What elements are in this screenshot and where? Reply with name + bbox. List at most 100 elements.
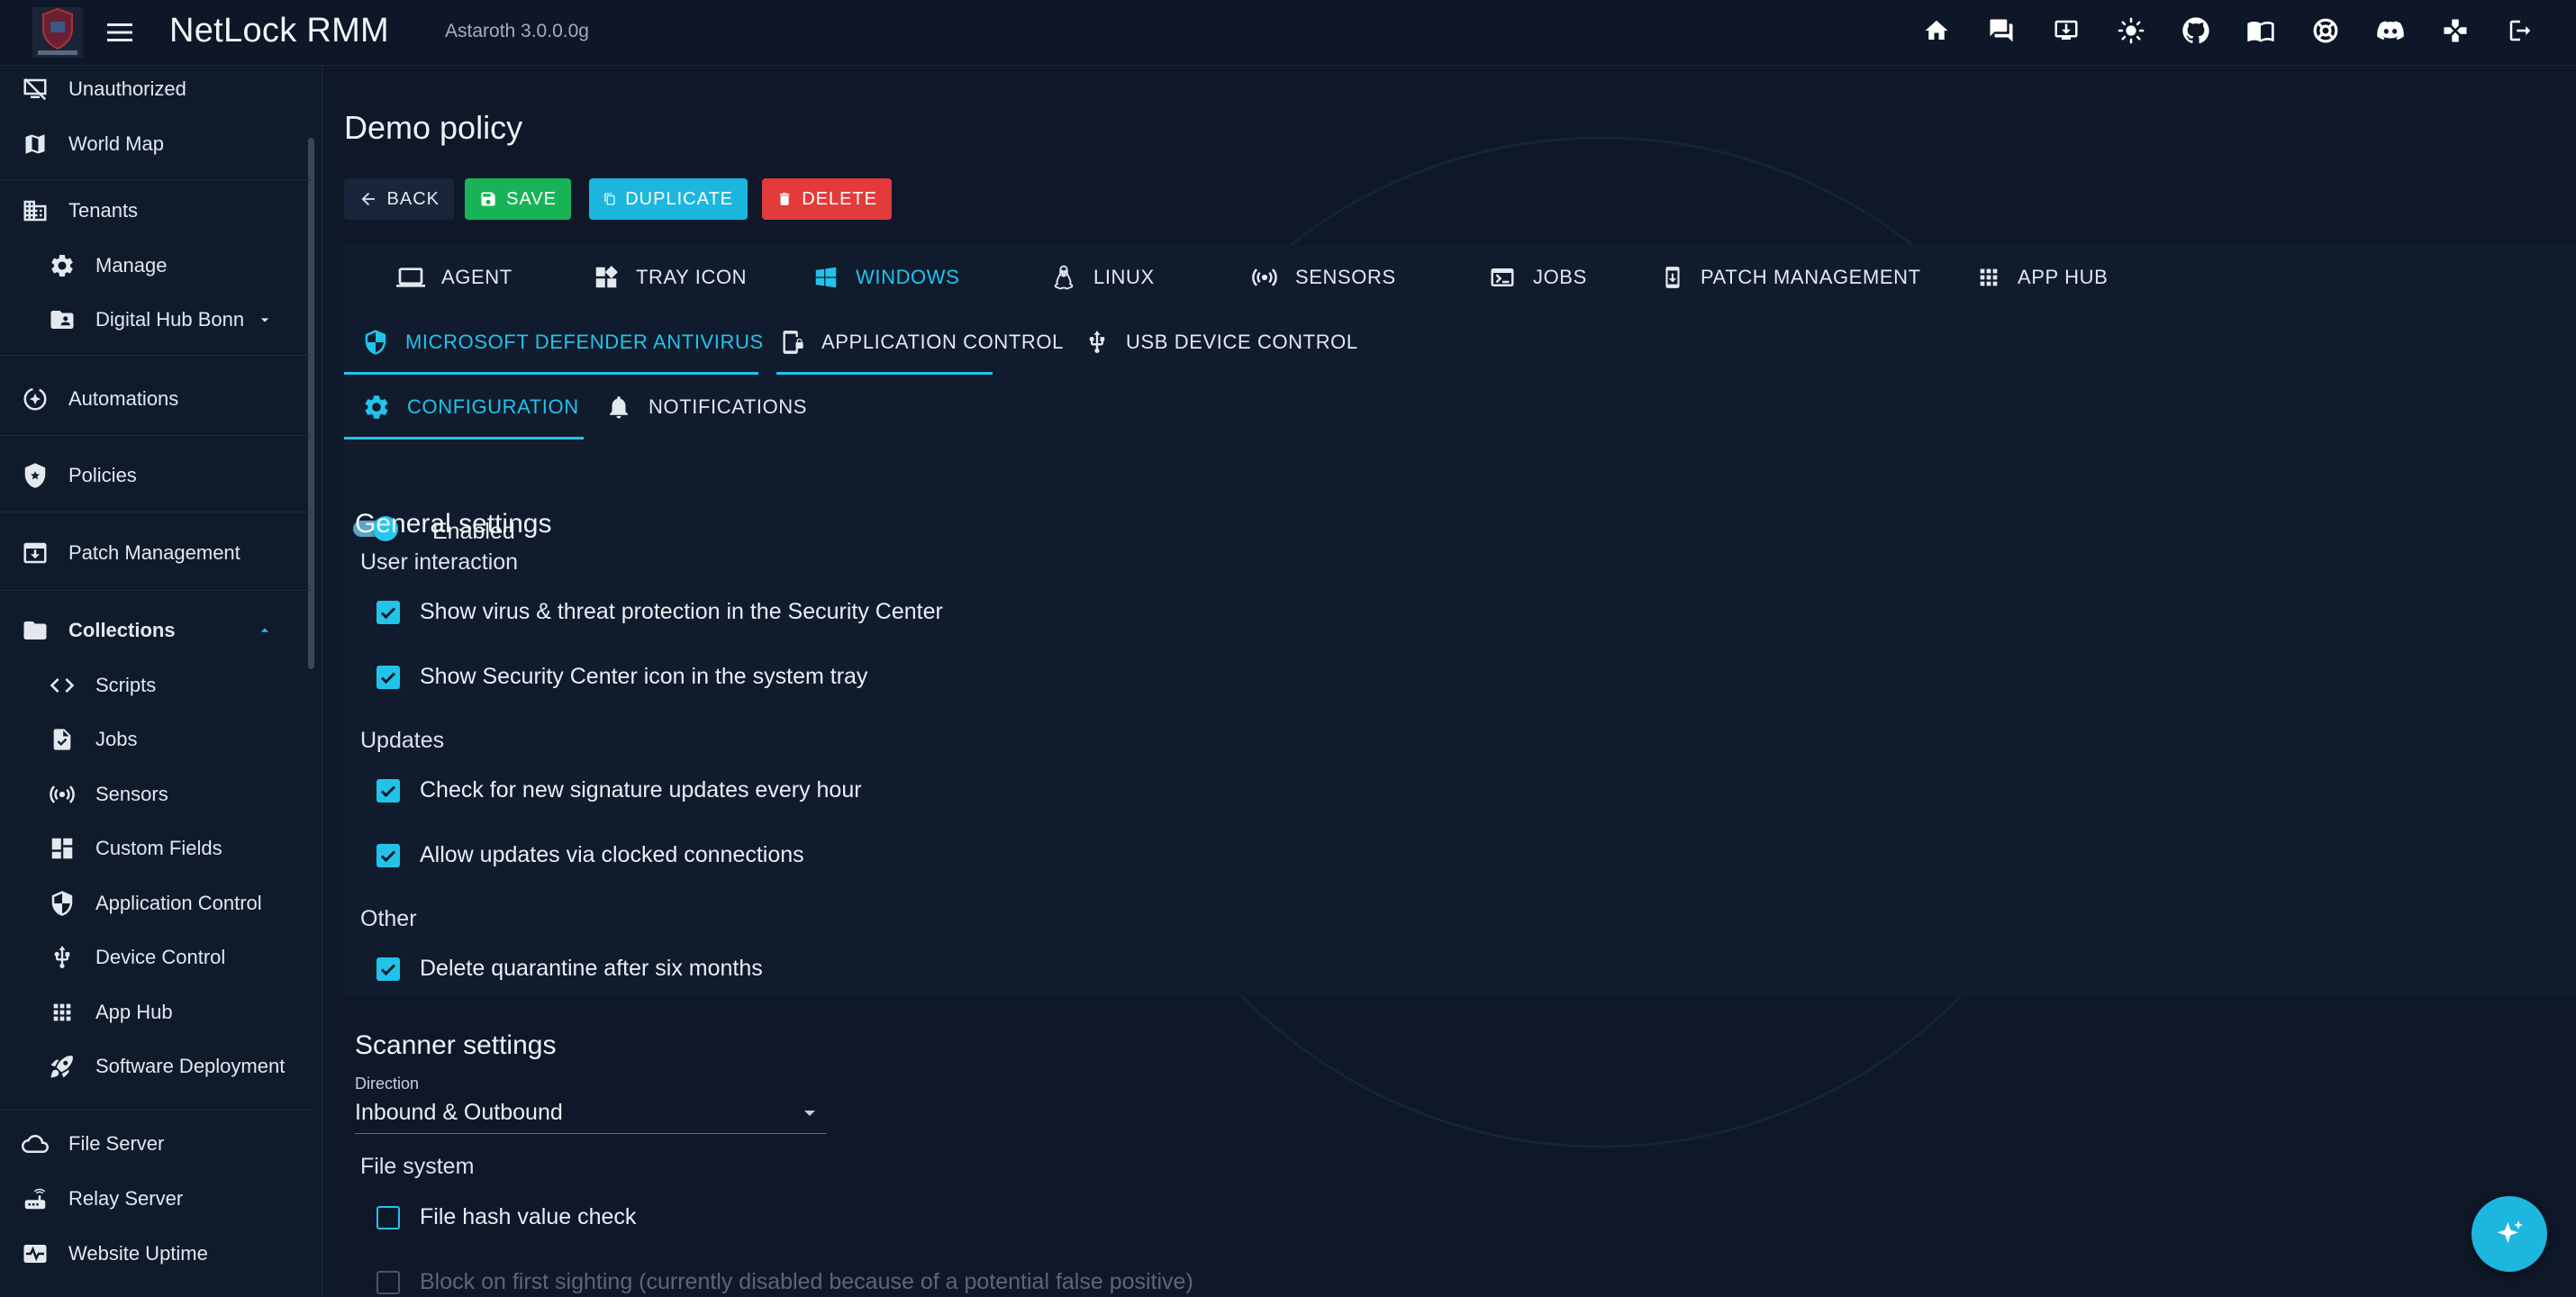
top-icon-bar xyxy=(1920,14,2536,47)
tab-label: TRAY ICON xyxy=(636,266,748,288)
tab-usb-device-control[interactable]: USB DEVICE CONTROL xyxy=(1084,310,1358,375)
sensor-icon xyxy=(47,779,77,810)
tab-label: MICROSOFT DEFENDER ANTIVIRUS xyxy=(405,331,764,353)
chevron-down-icon[interactable] xyxy=(256,311,274,329)
tab-sensors[interactable]: SENSORS xyxy=(1250,245,1396,310)
menu-toggle-icon[interactable] xyxy=(104,20,135,45)
checkbox-unchecked-icon[interactable] xyxy=(376,1206,400,1229)
sidebar-item-scripts[interactable]: Scripts xyxy=(0,661,306,710)
sidebar-item-label: Software Deployment xyxy=(95,1055,286,1077)
sidebar-item-application-control[interactable]: Application Control xyxy=(0,879,306,928)
folder-user-icon xyxy=(47,304,77,335)
checkbox-checked-icon[interactable] xyxy=(376,844,400,867)
tab-jobs[interactable]: JOBS xyxy=(1488,245,1587,310)
tab-label: APPLICATION CONTROL xyxy=(821,331,1064,353)
sidebar-item-device-control[interactable]: Device Control xyxy=(0,933,306,982)
sidebar-item-label: Device Control xyxy=(95,946,226,968)
delete-button[interactable]: DELETE xyxy=(762,178,892,220)
github-icon[interactable] xyxy=(2180,14,2212,47)
tab-configuration[interactable]: CONFIGURATION xyxy=(362,375,579,440)
checkbox-label: Show Security Center icon in the system … xyxy=(420,664,868,689)
windows-icon xyxy=(815,267,837,288)
save-button[interactable]: SAVE xyxy=(465,178,571,220)
tab-label: NOTIFICATIONS xyxy=(649,395,808,418)
checkbox-label: File hash value check xyxy=(420,1204,637,1229)
map-icon xyxy=(20,129,50,159)
app-version: Astaroth 3.0.0.0g xyxy=(445,21,589,41)
discord-icon[interactable] xyxy=(2374,14,2407,47)
sidebar-item-digital-hub-bonn[interactable]: Digital Hub Bonn xyxy=(0,295,306,344)
home-icon[interactable] xyxy=(1920,14,1953,47)
tab-notifications[interactable]: NOTIFICATIONS xyxy=(605,375,807,440)
tab-label: USB DEVICE CONTROL xyxy=(1126,331,1358,353)
laptop-icon xyxy=(396,268,425,287)
save-icon xyxy=(481,192,495,206)
sidebar-item-relay-server[interactable]: Relay Server xyxy=(0,1175,306,1223)
tab-tray-icon[interactable]: TRAY ICON xyxy=(593,245,747,310)
app-title: NetLock RMM xyxy=(169,12,390,50)
tab-agent[interactable]: AGENT xyxy=(396,245,512,310)
ai-assistant-button[interactable] xyxy=(2472,1196,2547,1272)
sidebar-item-label: Unauthorized xyxy=(68,77,186,100)
direction-value: Inbound & Outbound xyxy=(355,1100,563,1125)
logout-icon[interactable] xyxy=(2504,14,2536,47)
sidebar-item-automations[interactable]: Automations xyxy=(0,375,306,423)
updates-label: Updates xyxy=(360,728,445,753)
job-icon xyxy=(47,724,77,755)
widgets-icon xyxy=(595,266,618,288)
sidebar-item-custom-fields[interactable]: Custom Fields xyxy=(0,824,306,873)
direction-select[interactable]: Inbound & Outbound xyxy=(355,1093,827,1134)
tab-label: APP HUB xyxy=(2018,266,2109,288)
folder-icon xyxy=(20,615,50,646)
sidebar-item-jobs[interactable]: Jobs xyxy=(0,715,306,764)
tab-microsoft-defender[interactable]: MICROSOFT DEFENDER ANTIVIRUS xyxy=(362,310,764,375)
sidebar-item-collections[interactable]: Collections xyxy=(0,606,306,655)
chevron-up-icon[interactable] xyxy=(256,621,274,639)
tab-linux[interactable]: LINUX xyxy=(1050,245,1155,310)
tab-application-control[interactable]: APPLICATION CONTROL xyxy=(780,310,1064,375)
checkbox-checked-icon[interactable] xyxy=(376,779,400,803)
sidebar-item-world-map[interactable]: World Map xyxy=(0,120,306,168)
checkbox-label: Block on first sighting (currently disab… xyxy=(420,1269,1193,1294)
sidebar-item-label: Tenants xyxy=(68,199,139,222)
checkbox-checked-icon[interactable] xyxy=(376,666,400,689)
sidebar-item-unauthorized[interactable]: Unauthorized xyxy=(0,66,306,113)
theme-icon[interactable] xyxy=(2115,14,2147,47)
tab-label: LINUX xyxy=(1093,266,1155,288)
sidebar-item-file-server[interactable]: File Server xyxy=(0,1120,306,1168)
sidebar-item-patch-management[interactable]: Patch Management xyxy=(0,529,306,577)
tab-app-hub[interactable]: APP HUB xyxy=(1976,245,2108,310)
arrow-back-icon xyxy=(361,192,375,206)
sidebar-item-tenants[interactable]: Tenants xyxy=(0,186,306,235)
page-title: Demo policy xyxy=(344,109,523,146)
checkbox-checked-icon[interactable] xyxy=(376,957,400,981)
sidebar-item-sensors[interactable]: Sensors xyxy=(0,770,306,819)
download-icon[interactable] xyxy=(2050,14,2082,47)
sidebar-item-label: Patch Management xyxy=(68,541,240,564)
tab-patch-management[interactable]: PATCH MANAGEMENT xyxy=(1661,245,1921,310)
building-icon xyxy=(20,195,50,226)
checkbox-checked-icon[interactable] xyxy=(376,601,400,624)
back-button[interactable]: BACK xyxy=(344,178,454,220)
sidebar-item-label: Sensors xyxy=(95,783,168,805)
apps-icon xyxy=(47,997,77,1028)
sidebar-item-software-deployment[interactable]: Software Deployment xyxy=(0,1042,306,1091)
save-button-label: SAVE xyxy=(506,188,557,209)
support-icon[interactable] xyxy=(2309,14,2342,47)
sidebar-item-label: Collections xyxy=(68,619,176,641)
chat-icon[interactable] xyxy=(1985,14,2018,47)
docs-icon[interactable] xyxy=(2245,14,2277,47)
sidebar-item-website-uptime[interactable]: Website Uptime xyxy=(0,1229,306,1278)
sidebar-item-app-hub[interactable]: App Hub xyxy=(0,988,306,1037)
sidebar-item-manage[interactable]: Manage xyxy=(0,241,306,290)
tab-label: JOBS xyxy=(1533,266,1587,288)
cloud-icon xyxy=(20,1129,50,1159)
checkbox-label: Allow updates via clocked connections xyxy=(420,842,804,867)
sidebar-item-policies[interactable]: Policies xyxy=(0,451,306,500)
game-icon[interactable] xyxy=(2439,14,2472,47)
duplicate-button[interactable]: DUPLICATE xyxy=(589,178,748,220)
sidebar-item-label: File Server xyxy=(68,1132,165,1155)
tab-windows[interactable]: WINDOWS xyxy=(812,245,959,310)
scanner-settings-heading: Scanner settings xyxy=(355,1030,557,1060)
sensor-icon xyxy=(1252,268,1277,286)
